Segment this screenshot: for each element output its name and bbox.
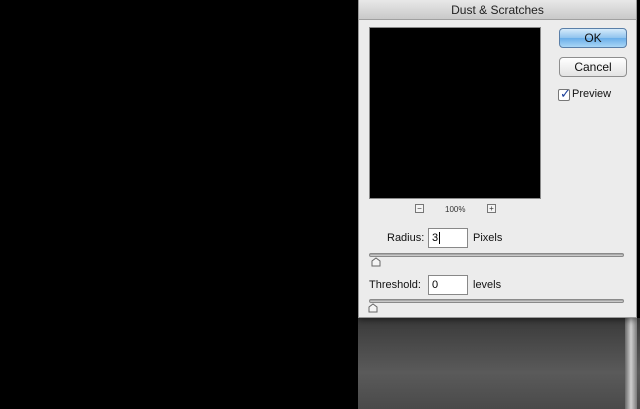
dialog-title[interactable]: Dust & Scratches [359,0,636,20]
radius-slider-thumb[interactable] [371,257,381,267]
preview-label: Preview [572,88,612,100]
threshold-slider[interactable] [369,299,624,303]
radius-input[interactable]: 3 [428,228,468,248]
filter-preview[interactable] [369,27,541,199]
threshold-input[interactable]: 0 [428,275,468,295]
cancel-button[interactable]: Cancel [559,57,627,77]
plus-icon: + [489,204,494,213]
preview-checkbox[interactable]: ✓ [558,86,571,101]
minus-icon: − [417,204,422,213]
ok-button[interactable]: OK [559,28,627,48]
checkmark-icon: ✓ [560,86,571,101]
threshold-slider-thumb[interactable] [368,303,378,313]
threshold-label: Threshold: [369,279,421,291]
radius-label: Radius: [387,232,425,244]
radius-unit: Pixels [473,232,503,244]
dust-scratches-dialog: Dust & Scratches − 100% + OK Cancel ✓ Pr… [358,0,637,318]
zoom-in-button[interactable]: + [487,204,496,213]
threshold-unit: levels [473,279,502,291]
radius-slider[interactable] [369,253,624,257]
zoom-out-button[interactable]: − [415,204,424,213]
zoom-level: 100% [445,205,466,214]
text-caret [439,232,441,245]
image-canvas[interactable] [0,0,358,409]
background-panel [358,318,640,409]
background-scrollbar [625,318,637,409]
